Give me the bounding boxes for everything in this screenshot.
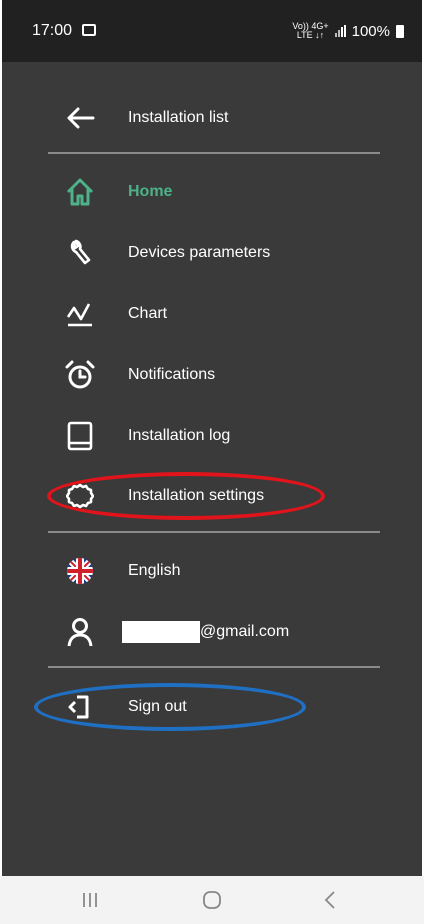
account-email: @gmail.com [122,621,289,643]
recents-icon[interactable] [60,886,120,914]
menu-item-notifications[interactable]: Notifications [2,350,422,400]
alarm-clock-icon [64,359,96,391]
installation-list-label: Installation list [128,109,229,126]
installation-list-link[interactable]: Installation list [2,93,422,143]
chart-label: Chart [128,305,168,322]
chart-line-icon [64,298,96,330]
wrench-icon [64,237,96,269]
status-bar: 17:00 Vo)) 4G+ LTE ↓↑ 100% [2,0,422,62]
menu-item-home[interactable]: Home [2,167,422,217]
divider [48,531,380,533]
navigation-drawer: 17:00 Vo)) 4G+ LTE ↓↑ 100% Installation … [2,0,422,876]
system-navigation-bar [0,876,424,924]
user-icon [64,616,96,648]
uk-flag-icon [64,555,96,587]
account-row[interactable]: @gmail.com [2,607,422,657]
home-circle-icon[interactable] [182,886,242,914]
menu-item-installation-log[interactable]: Installation log [2,411,422,461]
notifications-label: Notifications [128,366,216,383]
installation-log-label: Installation log [128,427,231,444]
network-indicator: Vo)) 4G+ LTE ↓↑ [292,22,328,40]
menu-item-language[interactable]: English [2,546,422,596]
battery-level: 100% [351,22,390,40]
menu-item-sign-out[interactable]: Sign out [2,682,422,732]
sign-out-icon [62,691,94,723]
home-icon [64,176,96,208]
installation-settings-label: Installation settings [128,487,265,504]
battery-icon [396,24,404,38]
menu-item-installation-settings[interactable]: Installation settings [2,471,422,521]
status-time: 17:00 [32,22,73,39]
arrow-left-icon [64,102,96,134]
network-bottom: LTE ↓↑ [296,30,325,40]
divider [48,666,380,668]
gear-icon [64,480,96,512]
gallery-notification-icon [82,24,96,36]
devices-parameters-label: Devices parameters [128,244,271,261]
back-chevron-icon[interactable] [300,886,360,914]
email-suffix: @gmail.com [200,623,290,640]
status-right: Vo)) 4G+ LTE ↓↑ 100% [292,22,404,40]
language-label: English [128,562,181,579]
signal-icon [334,25,346,37]
book-icon [64,420,96,452]
menu-item-devices-parameters[interactable]: Devices parameters [2,228,422,278]
divider [48,152,380,154]
menu-item-chart[interactable]: Chart [2,289,422,339]
home-label: Home [128,183,173,200]
email-redaction [122,621,200,643]
sign-out-label: Sign out [128,698,187,715]
